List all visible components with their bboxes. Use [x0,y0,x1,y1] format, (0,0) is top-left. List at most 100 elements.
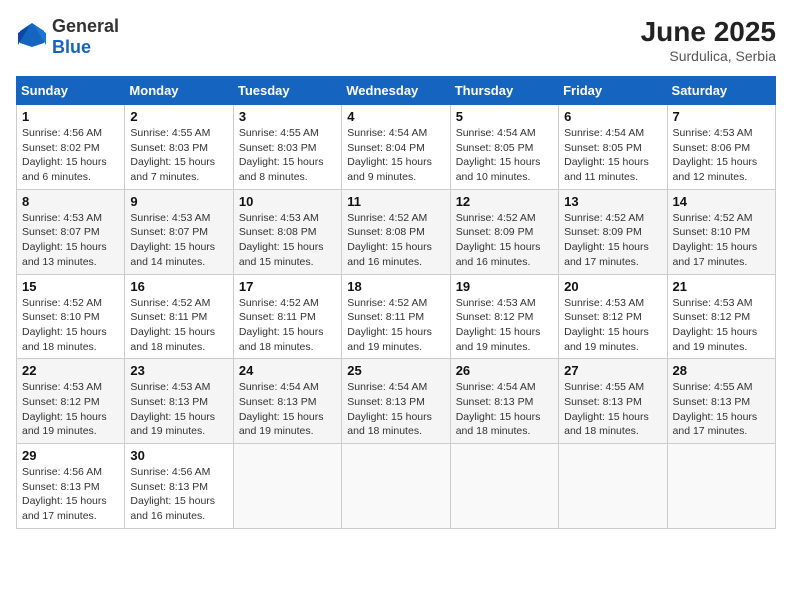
day-number: 17 [239,279,336,294]
header: General Blue June 2025 Surdulica, Serbia [16,16,776,64]
calendar-body: 1 Sunrise: 4:56 AMSunset: 8:02 PMDayligh… [17,105,776,529]
calendar-cell: 28 Sunrise: 4:55 AMSunset: 8:13 PMDaylig… [667,359,775,444]
calendar-cell [450,444,558,529]
calendar-cell: 7 Sunrise: 4:53 AMSunset: 8:06 PMDayligh… [667,105,775,190]
day-number: 6 [564,109,661,124]
calendar-week-row: 8 Sunrise: 4:53 AMSunset: 8:07 PMDayligh… [17,189,776,274]
day-detail: Sunrise: 4:53 AMSunset: 8:08 PMDaylight:… [239,212,324,268]
calendar-cell: 11 Sunrise: 4:52 AMSunset: 8:08 PMDaylig… [342,189,450,274]
day-number: 24 [239,363,336,378]
calendar-cell: 22 Sunrise: 4:53 AMSunset: 8:12 PMDaylig… [17,359,125,444]
day-number: 3 [239,109,336,124]
day-number: 11 [347,194,444,209]
column-header-sunday: Sunday [17,77,125,105]
day-detail: Sunrise: 4:52 AMSunset: 8:09 PMDaylight:… [456,212,541,268]
day-number: 7 [673,109,770,124]
calendar-cell: 10 Sunrise: 4:53 AMSunset: 8:08 PMDaylig… [233,189,341,274]
day-detail: Sunrise: 4:52 AMSunset: 8:10 PMDaylight:… [22,297,107,353]
calendar-cell: 19 Sunrise: 4:53 AMSunset: 8:12 PMDaylig… [450,274,558,359]
day-detail: Sunrise: 4:53 AMSunset: 8:12 PMDaylight:… [564,297,649,353]
day-number: 12 [456,194,553,209]
day-detail: Sunrise: 4:54 AMSunset: 8:13 PMDaylight:… [456,381,541,437]
day-detail: Sunrise: 4:55 AMSunset: 8:03 PMDaylight:… [130,127,215,183]
calendar-header-row: SundayMondayTuesdayWednesdayThursdayFrid… [17,77,776,105]
day-number: 20 [564,279,661,294]
day-detail: Sunrise: 4:56 AMSunset: 8:02 PMDaylight:… [22,127,107,183]
calendar-cell: 4 Sunrise: 4:54 AMSunset: 8:04 PMDayligh… [342,105,450,190]
day-number: 5 [456,109,553,124]
calendar-cell: 6 Sunrise: 4:54 AMSunset: 8:05 PMDayligh… [559,105,667,190]
day-number: 23 [130,363,227,378]
calendar-cell: 2 Sunrise: 4:55 AMSunset: 8:03 PMDayligh… [125,105,233,190]
calendar-cell: 20 Sunrise: 4:53 AMSunset: 8:12 PMDaylig… [559,274,667,359]
day-detail: Sunrise: 4:53 AMSunset: 8:13 PMDaylight:… [130,381,215,437]
day-number: 16 [130,279,227,294]
calendar-cell: 16 Sunrise: 4:52 AMSunset: 8:11 PMDaylig… [125,274,233,359]
day-number: 1 [22,109,119,124]
calendar-cell: 27 Sunrise: 4:55 AMSunset: 8:13 PMDaylig… [559,359,667,444]
calendar-week-row: 29 Sunrise: 4:56 AMSunset: 8:13 PMDaylig… [17,444,776,529]
calendar-cell: 13 Sunrise: 4:52 AMSunset: 8:09 PMDaylig… [559,189,667,274]
day-number: 27 [564,363,661,378]
day-detail: Sunrise: 4:52 AMSunset: 8:09 PMDaylight:… [564,212,649,268]
calendar-cell: 26 Sunrise: 4:54 AMSunset: 8:13 PMDaylig… [450,359,558,444]
day-detail: Sunrise: 4:53 AMSunset: 8:12 PMDaylight:… [673,297,758,353]
day-detail: Sunrise: 4:52 AMSunset: 8:11 PMDaylight:… [347,297,432,353]
day-detail: Sunrise: 4:55 AMSunset: 8:03 PMDaylight:… [239,127,324,183]
calendar-cell: 5 Sunrise: 4:54 AMSunset: 8:05 PMDayligh… [450,105,558,190]
day-detail: Sunrise: 4:54 AMSunset: 8:05 PMDaylight:… [456,127,541,183]
calendar-cell: 24 Sunrise: 4:54 AMSunset: 8:13 PMDaylig… [233,359,341,444]
day-number: 22 [22,363,119,378]
logo: General Blue [16,16,119,58]
logo-general-text: General [52,16,119,36]
day-number: 28 [673,363,770,378]
calendar-cell: 3 Sunrise: 4:55 AMSunset: 8:03 PMDayligh… [233,105,341,190]
day-detail: Sunrise: 4:55 AMSunset: 8:13 PMDaylight:… [564,381,649,437]
calendar-week-row: 22 Sunrise: 4:53 AMSunset: 8:12 PMDaylig… [17,359,776,444]
calendar-week-row: 15 Sunrise: 4:52 AMSunset: 8:10 PMDaylig… [17,274,776,359]
day-number: 15 [22,279,119,294]
day-number: 14 [673,194,770,209]
column-header-wednesday: Wednesday [342,77,450,105]
day-number: 10 [239,194,336,209]
day-number: 8 [22,194,119,209]
calendar-cell: 18 Sunrise: 4:52 AMSunset: 8:11 PMDaylig… [342,274,450,359]
calendar-cell: 30 Sunrise: 4:56 AMSunset: 8:13 PMDaylig… [125,444,233,529]
calendar-cell: 15 Sunrise: 4:52 AMSunset: 8:10 PMDaylig… [17,274,125,359]
day-detail: Sunrise: 4:56 AMSunset: 8:13 PMDaylight:… [130,466,215,522]
day-number: 9 [130,194,227,209]
calendar-cell: 14 Sunrise: 4:52 AMSunset: 8:10 PMDaylig… [667,189,775,274]
calendar-cell: 1 Sunrise: 4:56 AMSunset: 8:02 PMDayligh… [17,105,125,190]
day-number: 18 [347,279,444,294]
day-detail: Sunrise: 4:52 AMSunset: 8:11 PMDaylight:… [239,297,324,353]
column-header-friday: Friday [559,77,667,105]
day-number: 13 [564,194,661,209]
day-detail: Sunrise: 4:52 AMSunset: 8:11 PMDaylight:… [130,297,215,353]
calendar-cell: 8 Sunrise: 4:53 AMSunset: 8:07 PMDayligh… [17,189,125,274]
day-detail: Sunrise: 4:53 AMSunset: 8:12 PMDaylight:… [22,381,107,437]
calendar-cell [342,444,450,529]
column-header-monday: Monday [125,77,233,105]
day-number: 4 [347,109,444,124]
day-detail: Sunrise: 4:53 AMSunset: 8:06 PMDaylight:… [673,127,758,183]
calendar-cell: 29 Sunrise: 4:56 AMSunset: 8:13 PMDaylig… [17,444,125,529]
day-detail: Sunrise: 4:54 AMSunset: 8:13 PMDaylight:… [239,381,324,437]
calendar-week-row: 1 Sunrise: 4:56 AMSunset: 8:02 PMDayligh… [17,105,776,190]
calendar-cell: 21 Sunrise: 4:53 AMSunset: 8:12 PMDaylig… [667,274,775,359]
calendar-cell: 25 Sunrise: 4:54 AMSunset: 8:13 PMDaylig… [342,359,450,444]
day-detail: Sunrise: 4:53 AMSunset: 8:07 PMDaylight:… [22,212,107,268]
day-detail: Sunrise: 4:52 AMSunset: 8:10 PMDaylight:… [673,212,758,268]
day-number: 2 [130,109,227,124]
day-detail: Sunrise: 4:53 AMSunset: 8:07 PMDaylight:… [130,212,215,268]
calendar-cell: 9 Sunrise: 4:53 AMSunset: 8:07 PMDayligh… [125,189,233,274]
day-detail: Sunrise: 4:54 AMSunset: 8:04 PMDaylight:… [347,127,432,183]
column-header-saturday: Saturday [667,77,775,105]
logo-icon [16,19,48,56]
day-number: 19 [456,279,553,294]
calendar-table: SundayMondayTuesdayWednesdayThursdayFrid… [16,76,776,529]
day-detail: Sunrise: 4:54 AMSunset: 8:05 PMDaylight:… [564,127,649,183]
column-header-tuesday: Tuesday [233,77,341,105]
calendar-title: June 2025 [641,16,776,48]
column-header-thursday: Thursday [450,77,558,105]
day-number: 21 [673,279,770,294]
